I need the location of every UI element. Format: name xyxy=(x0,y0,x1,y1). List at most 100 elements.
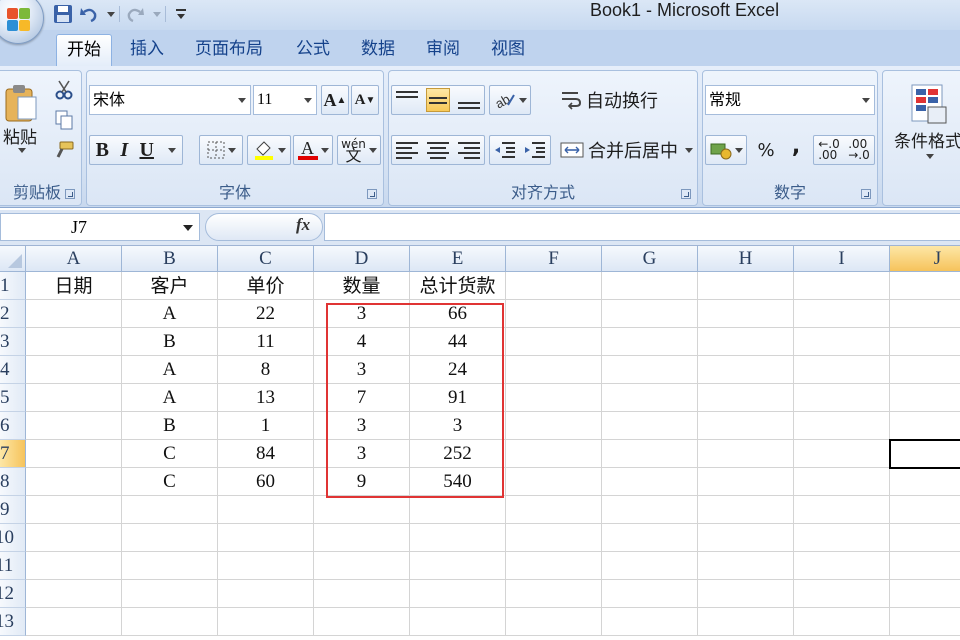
cell-e13[interactable] xyxy=(410,608,506,636)
cell-b2[interactable]: A xyxy=(122,300,218,328)
cell-g8[interactable] xyxy=(602,468,698,496)
cell-b8[interactable]: C xyxy=(122,468,218,496)
cell-i13[interactable] xyxy=(794,608,890,636)
cell-c9[interactable] xyxy=(218,496,314,524)
cell-f11[interactable] xyxy=(506,552,602,580)
font-name-dropdown-icon[interactable] xyxy=(238,98,246,103)
cell-c11[interactable] xyxy=(218,552,314,580)
cell-e4[interactable]: 24 xyxy=(410,356,506,384)
name-box[interactable]: J7 xyxy=(0,213,200,241)
font-color-button[interactable]: A xyxy=(293,135,333,165)
cell-j2[interactable] xyxy=(890,300,960,328)
percent-button[interactable]: % xyxy=(751,135,781,165)
bottom-align-icon[interactable] xyxy=(458,91,480,109)
column-header-h[interactable]: H xyxy=(698,246,794,272)
cell-b7[interactable]: C xyxy=(122,440,218,468)
cell-h11[interactable] xyxy=(698,552,794,580)
cell-g11[interactable] xyxy=(602,552,698,580)
cell-e6[interactable]: 3 xyxy=(410,412,506,440)
row-header-1[interactable]: 1 xyxy=(0,272,26,300)
alignment-launcher-icon[interactable] xyxy=(681,189,691,199)
cell-b6[interactable]: B xyxy=(122,412,218,440)
column-header-i[interactable]: I xyxy=(794,246,890,272)
cell-h13[interactable] xyxy=(698,608,794,636)
number-launcher-icon[interactable] xyxy=(861,189,871,199)
decrease-indent-icon[interactable] xyxy=(494,141,516,159)
redo-icon[interactable] xyxy=(124,3,146,25)
cell-f3[interactable] xyxy=(506,328,602,356)
cell-h4[interactable] xyxy=(698,356,794,384)
cell-d11[interactable] xyxy=(314,552,410,580)
cell-d9[interactable] xyxy=(314,496,410,524)
row-header-8[interactable]: 8 xyxy=(0,468,26,496)
cell-a6[interactable] xyxy=(26,412,122,440)
increase-decimal-icon[interactable]: ←.0.00 xyxy=(818,138,840,161)
cell-f6[interactable] xyxy=(506,412,602,440)
cell-d4[interactable]: 3 xyxy=(314,356,410,384)
cell-b5[interactable]: A xyxy=(122,384,218,412)
cell-e8[interactable]: 540 xyxy=(410,468,506,496)
cell-f8[interactable] xyxy=(506,468,602,496)
cell-e9[interactable] xyxy=(410,496,506,524)
cell-a9[interactable] xyxy=(26,496,122,524)
cell-g12[interactable] xyxy=(602,580,698,608)
cell-a12[interactable] xyxy=(26,580,122,608)
row-header-10[interactable]: 10 xyxy=(0,524,26,552)
row-header-3[interactable]: 3 xyxy=(0,328,26,356)
column-header-b[interactable]: B xyxy=(122,246,218,272)
column-header-g[interactable]: G xyxy=(602,246,698,272)
cell-j9[interactable] xyxy=(890,496,960,524)
cell-i8[interactable] xyxy=(794,468,890,496)
cell-e7[interactable]: 252 xyxy=(410,440,506,468)
cell-j8[interactable] xyxy=(890,468,960,496)
row-header-12[interactable]: 12 xyxy=(0,580,26,608)
font-launcher-icon[interactable] xyxy=(367,189,377,199)
cell-i6[interactable] xyxy=(794,412,890,440)
insert-function-icon[interactable]: fx xyxy=(296,215,310,235)
merge-center-button[interactable]: 合并后居中 xyxy=(559,135,695,165)
cell-g10[interactable] xyxy=(602,524,698,552)
column-header-f[interactable]: F xyxy=(506,246,602,272)
cell-e11[interactable] xyxy=(410,552,506,580)
cell-b9[interactable] xyxy=(122,496,218,524)
cell-j12[interactable] xyxy=(890,580,960,608)
merge-center-dropdown-icon[interactable] xyxy=(685,147,693,153)
cell-j11[interactable] xyxy=(890,552,960,580)
cell-a4[interactable] xyxy=(26,356,122,384)
cell-a5[interactable] xyxy=(26,384,122,412)
tab-review[interactable]: 审阅 xyxy=(416,34,470,66)
undo-dropdown-icon[interactable] xyxy=(107,11,115,17)
align-left-icon[interactable] xyxy=(396,141,419,159)
tab-view[interactable]: 视图 xyxy=(481,34,535,66)
tab-page-layout[interactable]: 页面布局 xyxy=(185,34,273,66)
cell-c2[interactable]: 22 xyxy=(218,300,314,328)
cell-c4[interactable]: 8 xyxy=(218,356,314,384)
cell-h2[interactable] xyxy=(698,300,794,328)
cell-g1[interactable] xyxy=(602,272,698,300)
cell-e2[interactable]: 66 xyxy=(410,300,506,328)
redo-dropdown-icon[interactable] xyxy=(153,11,161,17)
cell-a8[interactable] xyxy=(26,468,122,496)
row-header-9[interactable]: 9 xyxy=(0,496,26,524)
cell-i3[interactable] xyxy=(794,328,890,356)
select-all-button[interactable] xyxy=(0,246,26,272)
cell-d8[interactable]: 9 xyxy=(314,468,410,496)
cell-i12[interactable] xyxy=(794,580,890,608)
cut-icon[interactable] xyxy=(51,77,77,103)
column-header-a[interactable]: A xyxy=(26,246,122,272)
cell-j13[interactable] xyxy=(890,608,960,636)
cell-b13[interactable] xyxy=(122,608,218,636)
cell-b12[interactable] xyxy=(122,580,218,608)
accounting-format-button[interactable] xyxy=(705,135,747,165)
format-painter-icon[interactable] xyxy=(51,137,77,163)
underline-dropdown-icon[interactable] xyxy=(168,147,177,153)
name-box-dropdown-icon[interactable] xyxy=(183,225,193,231)
column-header-e[interactable]: E xyxy=(410,246,506,272)
shrink-font-button[interactable]: A ▼ xyxy=(351,85,379,115)
cell-g9[interactable] xyxy=(602,496,698,524)
cell-h9[interactable] xyxy=(698,496,794,524)
cell-j7[interactable] xyxy=(890,440,960,468)
copy-icon[interactable] xyxy=(51,107,77,133)
cell-j1[interactable] xyxy=(890,272,960,300)
row-header-2[interactable]: 2 xyxy=(0,300,26,328)
